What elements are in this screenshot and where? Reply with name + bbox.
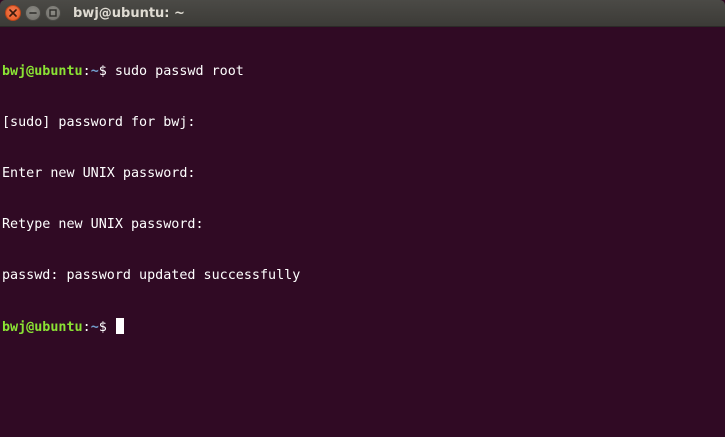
minimize-icon	[29, 12, 37, 14]
close-icon	[9, 9, 17, 17]
close-button[interactable]	[5, 5, 21, 21]
active-prompt-line[interactable]: bwj@ubuntu:~$	[2, 318, 713, 335]
output-line: Retype new UNIX password:	[2, 217, 204, 232]
title-bar[interactable]: bwj@ubuntu: ~	[0, 0, 725, 27]
prompt-colon: :	[82, 320, 91, 335]
prompt-colon: :	[82, 64, 91, 79]
prompt-path: ~	[90, 320, 99, 335]
command-text: sudo passwd root	[114, 64, 244, 79]
maximize-button[interactable]	[45, 5, 61, 21]
prompt-user-host: bwj@ubuntu	[2, 320, 83, 335]
minimize-button[interactable]	[25, 5, 41, 21]
terminal-window: bwj@ubuntu: ~ bwj@ubuntu:~$ sudo passwd …	[0, 0, 725, 437]
command-line: bwj@ubuntu:~$ sudo passwd root	[2, 63, 713, 80]
output-line: passwd: password updated successfully	[2, 268, 301, 283]
maximize-icon	[49, 9, 57, 17]
output-line: [sudo] password for bwj:	[2, 115, 196, 130]
text-cursor	[115, 318, 124, 334]
output-line: Enter new UNIX password:	[2, 166, 196, 181]
scrollbar[interactable]	[713, 28, 725, 437]
prompt-symbol: $	[98, 320, 115, 335]
prompt-user-host: bwj@ubuntu	[2, 64, 83, 79]
window-title: bwj@ubuntu: ~	[73, 5, 185, 21]
prompt-symbol: $	[98, 64, 115, 79]
prompt-path: ~	[90, 64, 99, 79]
terminal-output-area[interactable]: bwj@ubuntu:~$ sudo passwd root [sudo] pa…	[0, 28, 713, 437]
